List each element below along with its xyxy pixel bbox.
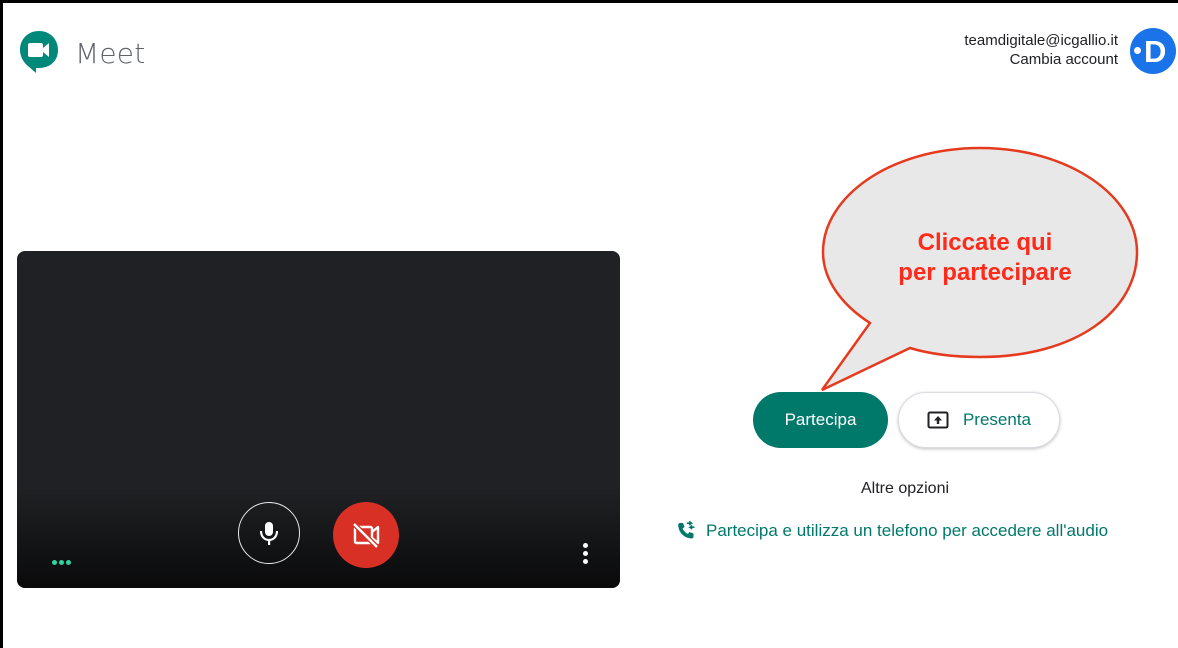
join-with-phone-label: Partecipa e utilizza un telefono per acc… xyxy=(706,521,1109,540)
present-button[interactable]: Presenta xyxy=(898,392,1060,448)
camera-toggle-button[interactable] xyxy=(333,502,399,568)
switch-account-link[interactable]: Cambia account xyxy=(964,51,1118,68)
callout-text: Cliccate qui per partecipare xyxy=(860,228,1110,288)
meet-logo-icon xyxy=(20,31,58,73)
video-preview xyxy=(17,251,620,588)
account-email: teamdigitale@icgallio.it xyxy=(964,32,1118,49)
microphone-toggle-button[interactable] xyxy=(238,502,300,564)
app-title: Meet xyxy=(75,37,146,70)
avatar[interactable]: D xyxy=(1130,28,1176,74)
join-button[interactable]: Partecipa xyxy=(753,392,888,448)
phone-forwarded-icon xyxy=(678,521,695,539)
present-label: Presenta xyxy=(962,410,1032,429)
avatar-letter: D xyxy=(1144,34,1167,69)
present-screen-icon xyxy=(927,411,949,429)
audio-dots-icon xyxy=(52,552,73,570)
callout-line-1: Cliccate qui xyxy=(917,229,1053,256)
more-vertical-icon xyxy=(582,543,588,548)
more-options-button[interactable] xyxy=(577,543,593,569)
other-options-heading: Altre opzioni xyxy=(860,480,950,497)
account-info: teamdigitale@icgallio.it Cambia account xyxy=(964,32,1118,68)
join-with-phone-link[interactable]: Partecipa e utilizza un telefono per acc… xyxy=(676,521,1108,541)
camera-off-icon xyxy=(352,522,380,549)
avatar-dot xyxy=(1134,47,1141,54)
microphone-icon xyxy=(259,521,278,545)
callout-line-2: per partecipare xyxy=(898,259,1072,286)
preview-controls-shade xyxy=(17,488,620,588)
